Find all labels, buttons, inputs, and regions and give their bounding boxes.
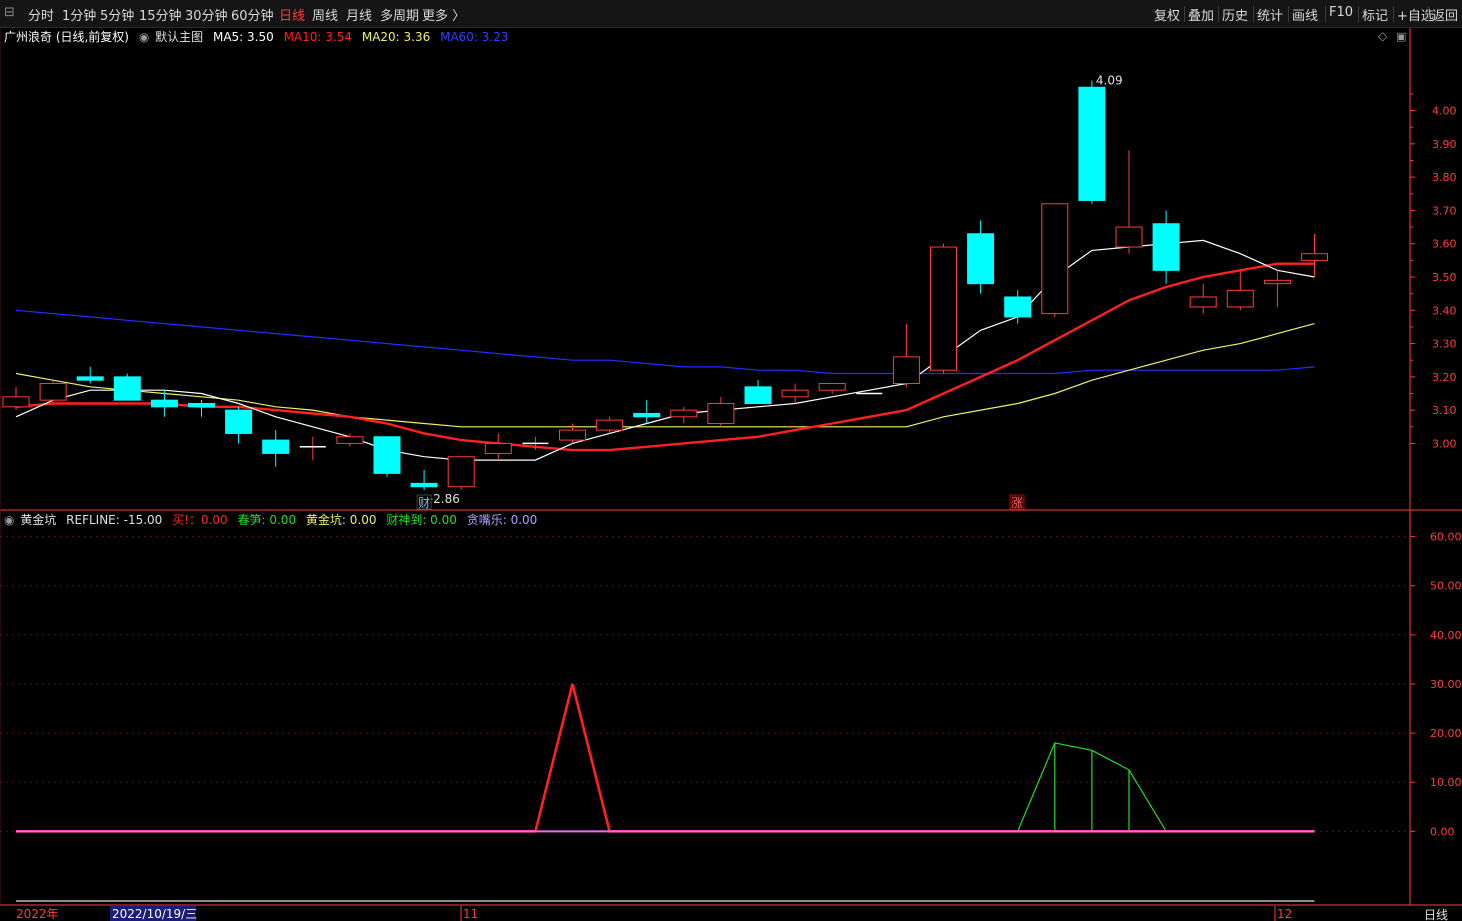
- candle-body-up: [1041, 203, 1069, 315]
- ma20-line: [15, 323, 1315, 428]
- candle-body-down: [76, 376, 104, 381]
- sub-y-tick-label: 50.00: [1430, 580, 1462, 593]
- cai-tag-label: 财: [418, 496, 430, 510]
- indicator-name[interactable]: 黄金坑: [20, 513, 56, 527]
- refline-value: REFLINE: -15.00: [66, 513, 163, 527]
- sub-y-tick-label: 10.00: [1430, 776, 1462, 789]
- chart-area: 3.00 3.10 3.20 3.30 3.40 3.50 3.60 3.70 3.80 3.90…: [0, 28, 1462, 921]
- sub-y-tick-label: 40.00: [1430, 629, 1462, 642]
- candle-body-up: [930, 246, 957, 371]
- candle-body-down: [744, 386, 772, 404]
- sub-y-tick-label: 20.00: [1430, 727, 1462, 740]
- high-price-label: 4.09: [1096, 74, 1123, 88]
- main-y-tick-label: 3.40: [1432, 304, 1457, 317]
- candle-body-up: [707, 402, 735, 424]
- candle-body-up: [2, 396, 30, 408]
- god-value: 财神到: 0.00: [386, 513, 457, 527]
- ma20-value: MA20: 3.36: [361, 30, 431, 44]
- buy-line: [16, 683, 1315, 833]
- main-y-tick-label: 3.30: [1432, 338, 1457, 351]
- greedy-value: 贪嘴乐: 0.00: [466, 513, 538, 527]
- main-y-tick-label: 3.00: [1432, 437, 1457, 450]
- candle-body-down: [113, 376, 141, 401]
- ma5-value: MA5: 3.50: [212, 30, 274, 44]
- candle-body-down: [373, 436, 401, 474]
- candle-body-down: [1152, 223, 1180, 271]
- main-y-tick-label: 3.10: [1432, 404, 1457, 417]
- main-legend: 广州浪奇 (日线,前复权) ◉ 默认主图 MA5: 3.50 MA10: 3.5…: [4, 28, 515, 45]
- candle-body-up: [1263, 279, 1291, 285]
- buy-value: 买!：0.00: [172, 513, 228, 527]
- candle-body-up: [892, 356, 920, 385]
- main-y-tick-label: 3.70: [1432, 204, 1457, 217]
- main-y-tick-label: 3.80: [1432, 171, 1457, 184]
- sub-y-tick-label: 60.00: [1430, 531, 1462, 544]
- candle-body-down: [633, 412, 661, 418]
- candle-body-up: [484, 442, 512, 454]
- axis-date-label: 2022/10/19/三: [112, 907, 197, 921]
- spring-value: 春笋: 0.00: [237, 513, 297, 527]
- candle-body-up: [1301, 253, 1328, 261]
- candle-body-up: [670, 409, 698, 418]
- ma10-line: [15, 262, 1315, 452]
- ma60-line: [15, 309, 1315, 375]
- zhang-tag-label: 涨: [1011, 495, 1023, 510]
- candle-body-up: [1115, 226, 1143, 248]
- main-y-tick-label: 3.20: [1432, 371, 1457, 384]
- ma10-value: MA10: 3.54: [283, 30, 353, 44]
- main-y-tick-label: 4.00: [1432, 105, 1457, 118]
- candle-body-down: [967, 233, 995, 285]
- main-y-tick-label: 3.50: [1432, 271, 1457, 284]
- sub-y-tick-label: 0.00: [1430, 825, 1455, 838]
- candle-body-down: [262, 439, 290, 454]
- indicator-icon[interactable]: ◉: [4, 513, 14, 527]
- axis-year-label: 2022年: [16, 907, 59, 921]
- candle-body-up: [1189, 296, 1217, 308]
- template-name[interactable]: 默认主图: [155, 30, 203, 44]
- diamond-icon: ◇: [1378, 29, 1388, 43]
- candle-body-up: [336, 436, 364, 444]
- candle-body-down: [188, 402, 215, 408]
- candle-body-down: [150, 399, 178, 408]
- candle-body-up: [447, 456, 475, 488]
- candle-body-up: [39, 383, 67, 401]
- axis-month-12: 12: [1277, 907, 1292, 921]
- ma60-value: MA60: 3.23: [440, 30, 509, 44]
- main-y-tick-label: 3.90: [1432, 138, 1457, 151]
- candle-body-up: [596, 419, 624, 431]
- candle-body-up: [818, 383, 846, 391]
- candle-body-down: [225, 409, 253, 434]
- axis-month-11: 11: [463, 907, 478, 921]
- candle-body-up: [1226, 289, 1254, 308]
- pit-value: 黄金坑: 0.00: [305, 513, 377, 527]
- main-y-tick-label: 3.60: [1432, 238, 1457, 251]
- axis-period-label: 日线: [1424, 908, 1448, 921]
- stock-name: 广州浪奇 (日线,前复权): [4, 30, 129, 44]
- candle-body-down: [410, 482, 438, 488]
- template-icon[interactable]: ◉: [139, 30, 149, 44]
- candle-body-up: [781, 389, 809, 398]
- candle-body-up: [559, 429, 586, 441]
- spring-line: [16, 742, 1315, 832]
- candle-body-down: [1078, 86, 1106, 201]
- sub-y-tick-label: 30.00: [1430, 678, 1462, 691]
- sub-legend: ◉ 黄金坑 REFLINE: -15.00 买!：0.00 春笋: 0.00 黄…: [4, 511, 543, 528]
- layout-icon: ▣: [1396, 30, 1406, 43]
- candle-body-down: [1004, 296, 1032, 318]
